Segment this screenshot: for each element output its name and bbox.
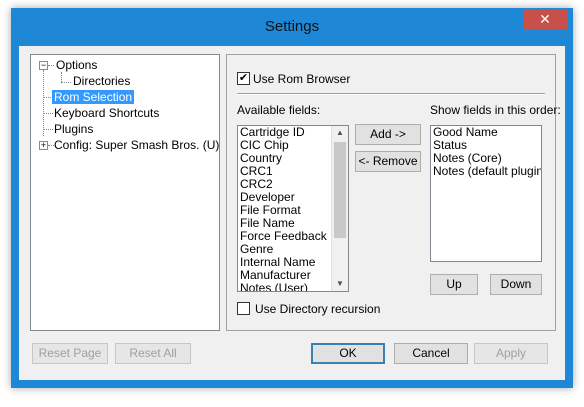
tree-item-config[interactable]: Config: Super Smash Bros. (U) [54, 138, 219, 152]
apply-button[interactable]: Apply [474, 343, 548, 364]
settings-tree[interactable]: − Options Directories Rom Selection Keyb… [30, 54, 220, 331]
show-fields-label: Show fields in this order: [430, 103, 561, 117]
remove-field-button[interactable]: <- Remove [355, 151, 421, 172]
available-fields-list[interactable]: Cartridge ID CIC Chip Country CRC1 CRC2 … [237, 125, 349, 292]
available-fields-scrollbar[interactable]: ▲ ▼ [331, 126, 348, 291]
shown-fields-list[interactable]: Good Name Status Notes (Core) Notes (def… [430, 125, 542, 262]
scroll-thumb[interactable] [334, 142, 346, 238]
reset-page-button[interactable]: Reset Page [32, 343, 108, 364]
settings-window: Settings ✕ − Options Directories Rom Sel… [11, 8, 573, 388]
tree-item-plugins[interactable]: Plugins [54, 122, 93, 136]
use-rom-browser-checkbox[interactable]: ✔ [237, 72, 250, 85]
window-title: Settings [264, 18, 320, 35]
move-down-button[interactable]: Down [490, 274, 542, 295]
tree-item-directories[interactable]: Directories [73, 74, 130, 88]
ok-button[interactable]: OK [311, 343, 385, 364]
tree-item-keyboard-shortcuts[interactable]: Keyboard Shortcuts [54, 106, 159, 120]
cancel-button[interactable]: Cancel [394, 343, 468, 364]
available-fields-label: Available fields: [237, 103, 321, 117]
move-up-button[interactable]: Up [430, 274, 478, 295]
use-directory-recursion-label: Use Directory recursion [255, 302, 381, 316]
tree-item-options[interactable]: Options [56, 58, 97, 72]
scroll-down-icon[interactable]: ▼ [332, 277, 348, 291]
add-field-button[interactable]: Add -> [355, 124, 421, 145]
tree-item-rom-selection[interactable]: Rom Selection [52, 90, 135, 104]
reset-all-button[interactable]: Reset All [115, 343, 191, 364]
list-item[interactable]: Notes (default plugins) [431, 165, 541, 178]
use-directory-recursion-checkbox[interactable] [237, 302, 250, 315]
use-rom-browser-label: Use Rom Browser [253, 72, 351, 86]
dialog-body: − Options Directories Rom Selection Keyb… [19, 46, 565, 380]
scroll-up-icon[interactable]: ▲ [332, 126, 348, 140]
close-icon[interactable]: ✕ [523, 9, 567, 29]
separator [237, 93, 545, 95]
rom-selection-panel: ✔ Use Rom Browser Available fields: Show… [226, 54, 561, 331]
collapse-options-icon[interactable]: − [39, 61, 48, 70]
expand-config-icon[interactable]: + [39, 141, 48, 150]
